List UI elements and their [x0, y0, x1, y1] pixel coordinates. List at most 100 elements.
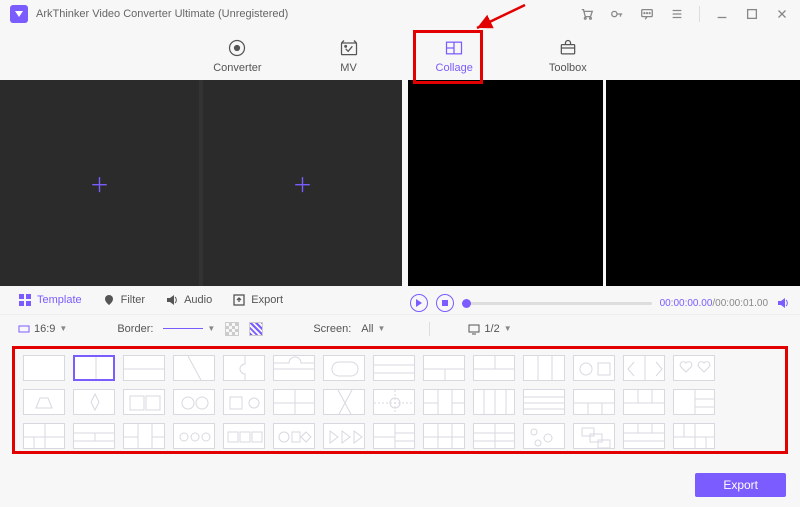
template-item[interactable] [573, 389, 615, 415]
template-item[interactable] [473, 389, 515, 415]
template-item[interactable] [23, 355, 65, 381]
tab-template[interactable]: Template [18, 293, 82, 307]
player-bar: 00:00:00.00/00:00:01.00 [410, 292, 790, 314]
tab-label: Filter [121, 294, 145, 306]
template-item[interactable] [373, 389, 415, 415]
template-item[interactable] [523, 423, 565, 449]
stop-button[interactable] [436, 294, 454, 312]
chevron-down-icon: ▼ [207, 324, 215, 333]
collage-slot-1[interactable]: ＋ [0, 80, 199, 286]
template-item[interactable] [323, 355, 365, 381]
nav-label: Toolbox [549, 62, 587, 74]
app-logo [10, 5, 28, 23]
template-grid [12, 346, 788, 454]
template-item[interactable] [123, 389, 165, 415]
template-item[interactable] [123, 423, 165, 449]
screen-select[interactable]: All ▼ [361, 323, 385, 335]
template-item[interactable] [373, 423, 415, 449]
feedback-icon[interactable] [639, 6, 655, 22]
minimize-icon[interactable] [714, 6, 730, 22]
seek-thumb[interactable] [462, 299, 471, 308]
template-item[interactable] [673, 355, 715, 381]
template-item[interactable] [123, 355, 165, 381]
template-item[interactable] [523, 355, 565, 381]
nav-toolbox[interactable]: Toolbox [541, 34, 595, 78]
template-item[interactable] [23, 389, 65, 415]
time-current: 00:00:00.00 [660, 298, 713, 309]
workarea: ＋ ＋ [0, 80, 800, 286]
preview-pane [408, 80, 800, 286]
template-item[interactable] [623, 355, 665, 381]
template-item[interactable] [73, 355, 115, 381]
template-item[interactable] [423, 355, 465, 381]
border-style-select[interactable]: ▼ [163, 324, 215, 333]
collage-canvas: ＋ ＋ [0, 80, 402, 286]
tab-export[interactable]: Export [232, 293, 283, 307]
template-item[interactable] [373, 355, 415, 381]
template-item[interactable] [573, 355, 615, 381]
template-item[interactable] [473, 355, 515, 381]
tab-filter[interactable]: Filter [102, 293, 145, 307]
template-item[interactable] [523, 389, 565, 415]
border-color-picker[interactable] [225, 322, 239, 336]
template-item[interactable] [23, 423, 65, 449]
main-nav: Converter MV Collage Toolbox [0, 28, 800, 80]
chevron-down-icon: ▼ [504, 324, 512, 333]
titlebar: ArkThinker Video Converter Ultimate (Unr… [0, 0, 800, 28]
template-item[interactable] [173, 423, 215, 449]
template-item[interactable] [273, 423, 315, 449]
separator [429, 322, 430, 336]
tab-audio[interactable]: Audio [165, 293, 212, 307]
template-item[interactable] [323, 389, 365, 415]
template-item[interactable] [673, 423, 715, 449]
export-button[interactable]: Export [695, 473, 786, 497]
nav-converter[interactable]: Converter [205, 34, 269, 78]
nav-label: Collage [436, 62, 473, 74]
template-item[interactable] [173, 389, 215, 415]
maximize-icon[interactable] [744, 6, 760, 22]
menu-icon[interactable] [669, 6, 685, 22]
tab-label: Template [37, 294, 82, 306]
window-title: ArkThinker Video Converter Ultimate (Unr… [36, 8, 288, 20]
player-seekbar[interactable] [462, 302, 652, 305]
nav-collage[interactable]: Collage [428, 34, 481, 78]
border-pattern-picker[interactable] [249, 322, 263, 336]
preview-scale-select[interactable]: 1/2 ▼ [468, 323, 511, 335]
template-item[interactable] [423, 389, 465, 415]
template-item[interactable] [573, 423, 615, 449]
aspect-ratio-select[interactable]: 16:9 ▼ [18, 323, 67, 335]
close-icon[interactable] [774, 6, 790, 22]
nav-mv[interactable]: MV [330, 34, 368, 78]
template-item[interactable] [473, 423, 515, 449]
volume-icon[interactable] [776, 296, 790, 310]
tab-label: Audio [184, 294, 212, 306]
screen-label: Screen: [313, 323, 351, 335]
cart-icon[interactable] [579, 6, 595, 22]
time-total: 00:00:01.00 [715, 298, 768, 309]
template-item[interactable] [623, 389, 665, 415]
template-item[interactable] [223, 389, 265, 415]
separator [699, 6, 700, 22]
player-time: 00:00:00.00/00:00:01.00 [660, 298, 768, 309]
template-item[interactable] [423, 423, 465, 449]
template-item[interactable] [273, 389, 315, 415]
template-item[interactable] [173, 355, 215, 381]
chevron-down-icon: ▼ [59, 324, 67, 333]
template-item[interactable] [73, 423, 115, 449]
template-item[interactable] [223, 423, 265, 449]
template-item[interactable] [273, 355, 315, 381]
template-item[interactable] [73, 389, 115, 415]
scale-value: 1/2 [484, 323, 499, 335]
template-item[interactable] [623, 423, 665, 449]
template-row [23, 423, 777, 449]
play-button[interactable] [410, 294, 428, 312]
key-icon[interactable] [609, 6, 625, 22]
collage-slot-2[interactable]: ＋ [203, 80, 402, 286]
plus-icon: ＋ [293, 169, 313, 198]
template-item[interactable] [673, 389, 715, 415]
screen-value: All [361, 323, 373, 335]
chevron-down-icon: ▼ [378, 324, 386, 333]
template-row [23, 355, 777, 381]
template-item[interactable] [323, 423, 365, 449]
template-item[interactable] [223, 355, 265, 381]
